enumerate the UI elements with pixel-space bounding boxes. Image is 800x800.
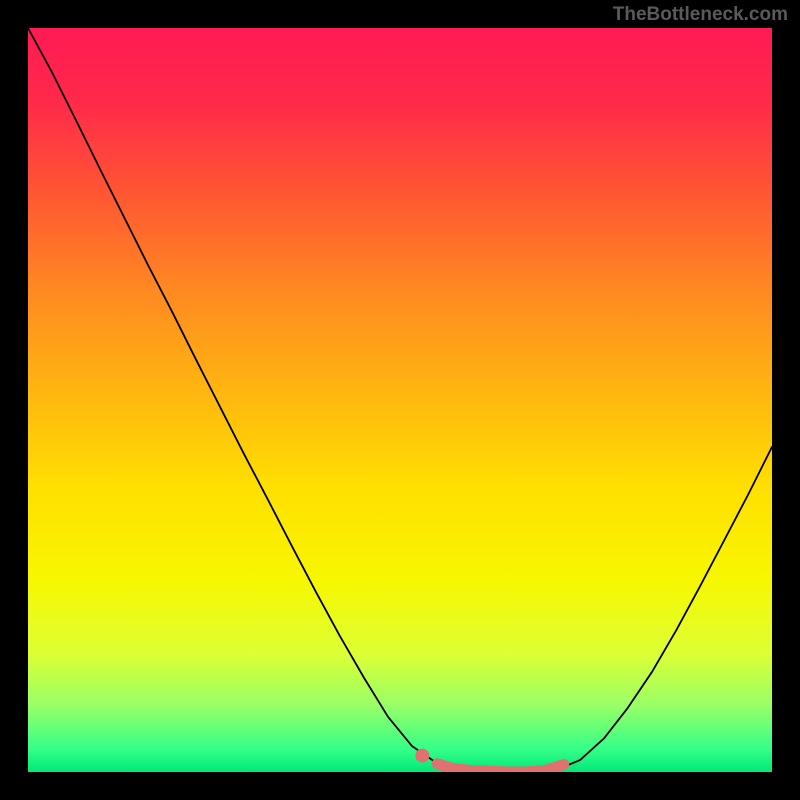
chart-plot-area bbox=[28, 28, 772, 772]
chart-background bbox=[28, 28, 772, 772]
marker-highlight_left_dot bbox=[415, 749, 429, 763]
chart-svg bbox=[28, 28, 772, 772]
watermark-text: TheBottleneck.com bbox=[613, 4, 788, 26]
